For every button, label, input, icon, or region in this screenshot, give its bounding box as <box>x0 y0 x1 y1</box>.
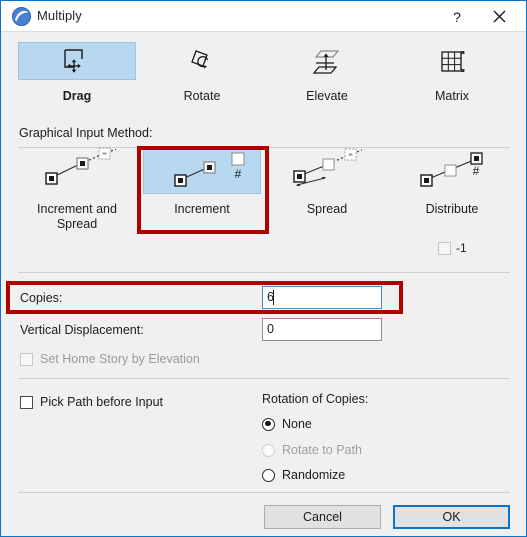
drag-icon <box>18 42 136 80</box>
input-method-label-spread: Spread <box>306 202 348 216</box>
pick-path-checkbox[interactable] <box>20 395 33 409</box>
spread-icon <box>268 146 386 194</box>
graphical-input-method-label: Graphical Input Method: <box>19 126 153 140</box>
set-home-story-checkbox <box>20 352 33 366</box>
tab-label-elevate: Elevate <box>306 89 348 103</box>
method-tab-bar: Drag Rotate Elevate Matrix <box>1 32 526 148</box>
vertical-displacement-label: Vertical Displacement: <box>20 323 144 337</box>
section-divider-2 <box>18 378 510 379</box>
vertical-displacement-input[interactable]: 0 <box>262 318 382 341</box>
rotation-option-randomize[interactable]: Randomize <box>262 468 345 482</box>
distribute-icon: # <box>393 146 511 194</box>
rotation-of-copies-label: Rotation of Copies: <box>262 392 369 406</box>
pick-path-label: Pick Path before Input <box>40 395 163 409</box>
input-method-label-increment-and-spread: Increment and Spread <box>37 202 117 231</box>
input-method-increment-and-spread[interactable]: Increment and Spread <box>18 146 136 232</box>
increment-and-spread-icon <box>18 146 136 194</box>
ok-button[interactable]: OK <box>393 505 510 529</box>
input-method-label-distribute: Distribute <box>425 202 479 216</box>
title-bar: Multiply ? <box>1 1 526 32</box>
input-method-increment[interactable]: # Increment <box>143 146 261 217</box>
rotation-label-rotate-to-path: Rotate to Path <box>282 443 362 457</box>
multiply-dialog: Multiply ? Drag Rotate Elevate Matrix Gr… <box>0 0 527 537</box>
tab-label-drag: Drag <box>62 89 92 103</box>
copies-label: Copies: <box>20 291 63 305</box>
elevate-icon <box>268 42 386 80</box>
cancel-button[interactable]: Cancel <box>264 505 381 529</box>
tab-matrix[interactable]: Matrix <box>393 42 511 103</box>
tab-rotate[interactable]: Rotate <box>143 42 261 103</box>
tab-drag[interactable]: Drag <box>18 42 136 103</box>
section-divider-3 <box>18 492 510 493</box>
section-divider-1 <box>18 272 510 273</box>
tab-label-matrix: Matrix <box>434 89 470 103</box>
window-title: Multiply <box>37 8 82 23</box>
help-button[interactable]: ? <box>444 6 470 28</box>
set-home-story-checkbox-row[interactable]: Set Home Story by Elevation <box>20 352 200 366</box>
close-icon <box>493 10 505 23</box>
radio-randomize[interactable] <box>262 468 275 482</box>
svg-text:#: # <box>235 167 242 181</box>
svg-text:#: # <box>473 164 480 178</box>
rotate-icon <box>143 42 261 80</box>
rotation-option-none[interactable]: None <box>262 417 312 431</box>
input-method-distribute[interactable]: # Distribute <box>393 146 511 217</box>
minus-one-label: -1 <box>456 241 467 255</box>
matrix-icon <box>393 42 511 80</box>
increment-icon: # <box>143 146 261 194</box>
rotation-option-rotate-to-path: Rotate to Path <box>262 443 362 457</box>
set-home-story-label: Set Home Story by Elevation <box>40 352 200 366</box>
graphical-input-method-group: Increment and Spread # Increment Spread … <box>1 146 526 246</box>
minus-one-option[interactable]: -1 <box>438 241 467 255</box>
radio-none[interactable] <box>262 417 275 431</box>
close-button[interactable] <box>482 4 516 30</box>
rotation-label-randomize: Randomize <box>282 468 346 482</box>
archicad-orb-icon <box>12 7 31 26</box>
text-caret <box>273 290 274 305</box>
copies-input[interactable]: 6 <box>262 286 382 309</box>
rotation-label-none: None <box>282 417 312 431</box>
pick-path-checkbox-row[interactable]: Pick Path before Input <box>20 395 163 409</box>
input-method-spread[interactable]: Spread <box>268 146 386 217</box>
minus-one-checkbox[interactable] <box>438 241 451 255</box>
tab-elevate[interactable]: Elevate <box>268 42 386 103</box>
tab-label-rotate: Rotate <box>183 89 221 103</box>
input-method-label-increment: Increment <box>174 202 230 216</box>
radio-rotate-to-path <box>262 443 275 457</box>
